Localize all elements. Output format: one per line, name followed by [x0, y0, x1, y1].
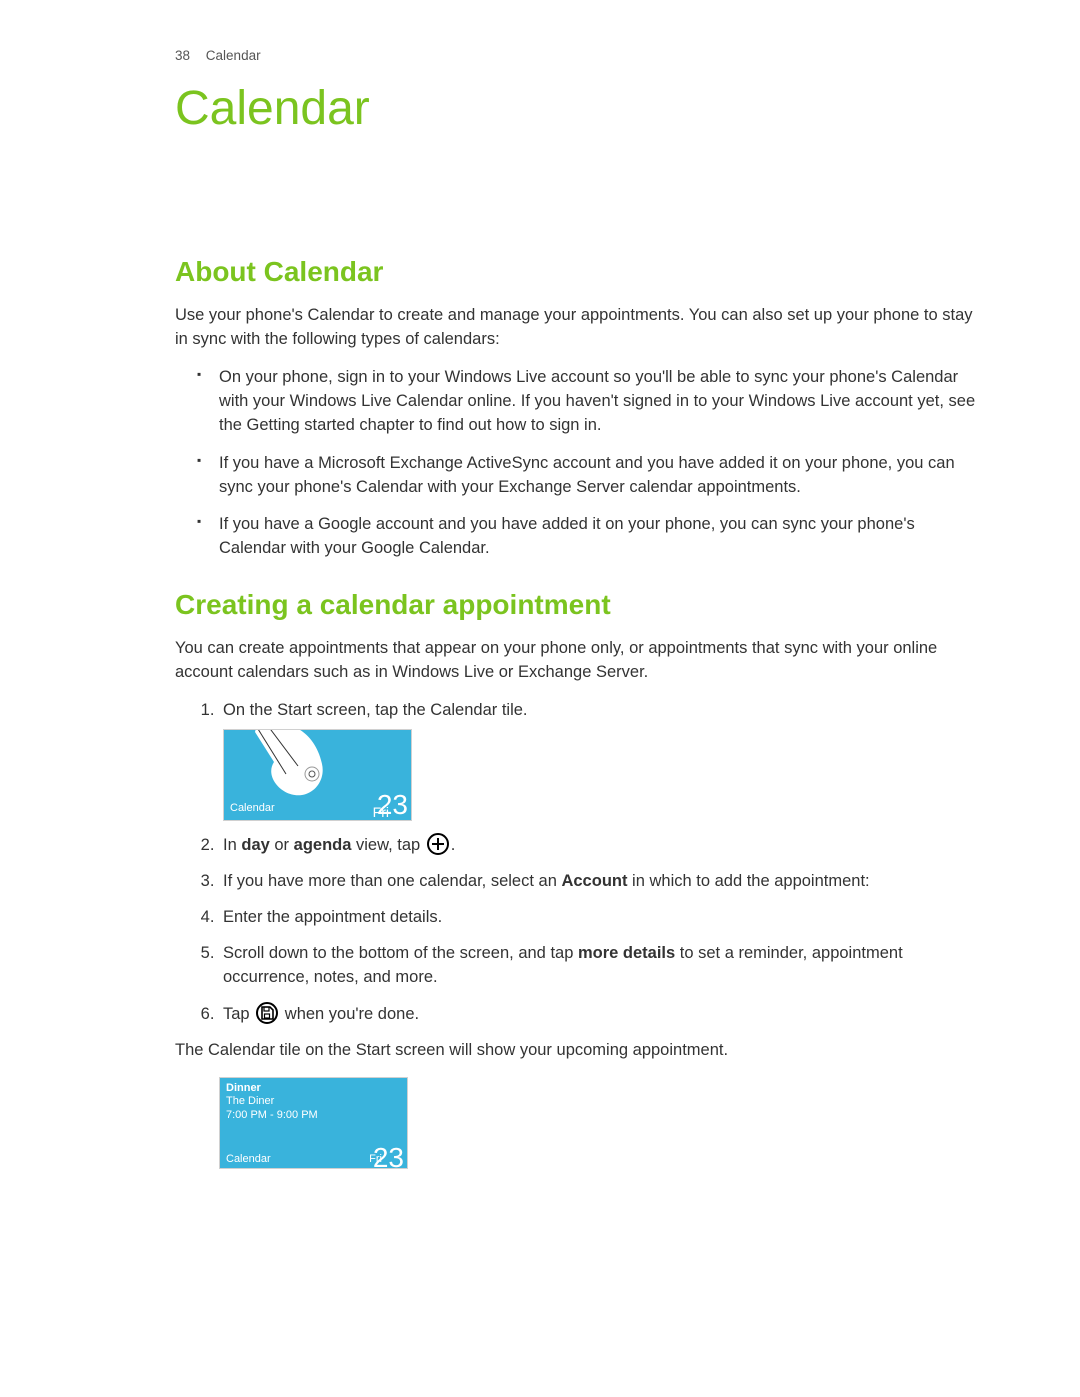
calendar-tile-figure: Calendar Fri 23: [223, 729, 980, 821]
step-text: view, tap: [351, 836, 424, 854]
tile-appt-location: The Diner: [226, 1095, 318, 1109]
chapter-title: Calendar: [175, 81, 980, 136]
step-item: On the Start screen, tap the Calendar ti…: [219, 699, 980, 821]
step-text-bold: day: [241, 836, 269, 854]
about-bullet-item: If you have a Google account and you hav…: [219, 513, 980, 561]
step-item: Tap when you're done.: [219, 1002, 980, 1027]
step-text: or: [270, 836, 294, 854]
save-circle-icon: [256, 1002, 278, 1024]
step-item: Enter the appointment details.: [219, 906, 980, 930]
section-create-intro: You can create appointments that appear …: [175, 637, 980, 685]
tile-label: Calendar: [226, 1153, 271, 1165]
step-text: when you're done.: [280, 1005, 419, 1023]
step-text: In: [223, 836, 241, 854]
section-create-title: Creating a calendar appointment: [175, 589, 980, 621]
step-text-bold: agenda: [294, 836, 352, 854]
step-text: Enter the appointment details.: [223, 908, 442, 926]
calendar-tile-appointment: Dinner The Diner 7:00 PM - 9:00 PM Calen…: [219, 1077, 408, 1169]
step-item: In day or agenda view, tap .: [219, 833, 980, 858]
tile-appointment-text: Dinner The Diner 7:00 PM - 9:00 PM: [226, 1082, 318, 1123]
step-text: .: [451, 836, 456, 854]
tile-label: Calendar: [230, 801, 275, 817]
step-text: On the Start screen, tap the Calendar ti…: [223, 701, 528, 719]
about-bullet-item: On your phone, sign in to your Windows L…: [219, 366, 980, 438]
about-bullet-list: On your phone, sign in to your Windows L…: [175, 366, 980, 561]
calendar-tile: Calendar Fri 23: [223, 729, 412, 821]
step-text: in which to add the appointment:: [627, 872, 869, 890]
running-title: Calendar: [206, 48, 261, 63]
step-text: Tap: [223, 1005, 254, 1023]
tile-date-number: 23: [377, 785, 408, 821]
document-page: 38 Calendar Calendar About Calendar Use …: [0, 0, 1080, 1397]
section-about-title: About Calendar: [175, 256, 980, 288]
step-text: If you have more than one calendar, sele…: [223, 872, 561, 890]
plus-circle-icon: [427, 833, 449, 855]
create-steps-list: On the Start screen, tap the Calendar ti…: [175, 699, 980, 1026]
about-bullet-item: If you have a Microsoft Exchange ActiveS…: [219, 452, 980, 500]
page-number: 38: [175, 48, 190, 63]
section-about-intro: Use your phone's Calendar to create and …: [175, 304, 980, 352]
step-text: Scroll down to the bottom of the screen,…: [223, 944, 578, 962]
step-item: If you have more than one calendar, sele…: [219, 870, 980, 894]
tile-appt-title: Dinner: [226, 1082, 318, 1096]
step-text-bold: more details: [578, 944, 675, 962]
step-text-bold: Account: [561, 872, 627, 890]
running-header: 38 Calendar: [175, 48, 980, 63]
closing-text: The Calendar tile on the Start screen wi…: [175, 1039, 980, 1063]
tile-date-number: 23: [373, 1142, 404, 1169]
tile-appt-time: 7:00 PM - 9:00 PM: [226, 1109, 318, 1123]
step-item: Scroll down to the bottom of the screen,…: [219, 942, 980, 990]
